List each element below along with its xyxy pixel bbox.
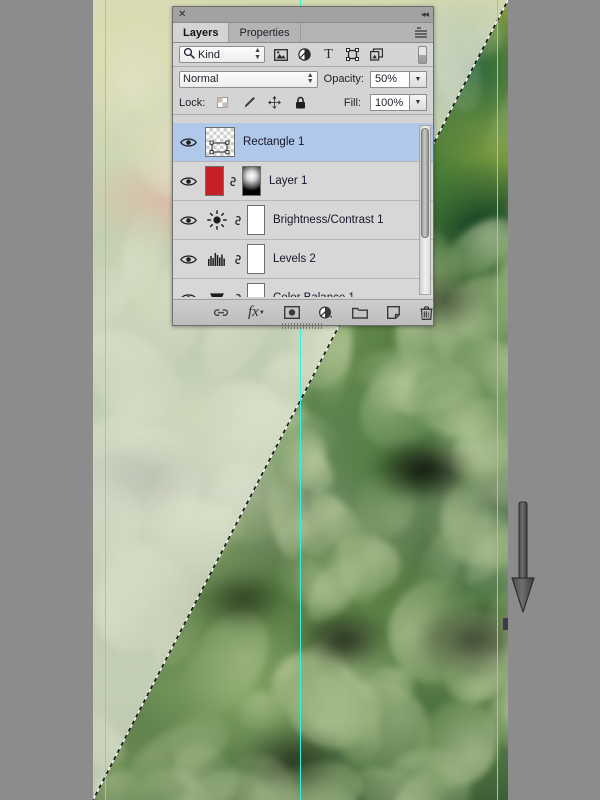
collapse-to-icons-icon[interactable]: ◂◂: [421, 9, 429, 20]
lock-all-icon[interactable]: [292, 94, 309, 111]
layer-name[interactable]: Color Balance 1: [265, 292, 355, 297]
tab-properties[interactable]: Properties: [229, 23, 301, 42]
lock-position-icon[interactable]: [266, 94, 283, 111]
pixel-layer-filter-icon[interactable]: [272, 46, 289, 63]
layer-list[interactable]: Rectangle 1 Layer 1 Brightness/Contrast …: [173, 123, 433, 297]
eye-icon[interactable]: [173, 176, 203, 187]
canvas-edge-marker: [503, 618, 508, 630]
panel-title-bar[interactable]: ✕ ◂◂: [173, 7, 433, 23]
mask-link-icon[interactable]: [227, 175, 239, 188]
layer-mask-thumbnail-white[interactable]: [247, 205, 265, 235]
vertical-guide-1: [105, 0, 106, 800]
fill-label: Fill:: [343, 96, 361, 109]
table-row[interactable]: Levels 2: [173, 240, 433, 279]
close-icon[interactable]: ✕: [178, 9, 186, 20]
filter-kind-select[interactable]: Kind ▲ ▼: [179, 46, 265, 63]
layer-mask-thumbnail-white[interactable]: [247, 283, 265, 297]
layer-thumbnail-red[interactable]: [205, 166, 224, 196]
layer-name[interactable]: Brightness/Contrast 1: [265, 214, 384, 226]
panel-resize-grip[interactable]: [421, 311, 429, 319]
layer-thumbnail-shape[interactable]: [205, 127, 235, 157]
lock-transparent-pixels-icon[interactable]: [214, 94, 231, 111]
layers-panel[interactable]: ✕ ◂◂ Layers Properties Kind ▲ ▼ T Normal…: [172, 6, 434, 329]
mask-link-icon[interactable]: [232, 292, 244, 297]
layer-name[interactable]: Rectangle 1: [235, 136, 304, 148]
magnifier-icon: [183, 47, 195, 62]
opacity-label: Opacity:: [323, 73, 364, 85]
blend-mode-value: Normal: [183, 73, 219, 85]
fill-dropdown-icon[interactable]: ▼: [410, 94, 427, 111]
link-layers-button[interactable]: [213, 304, 229, 322]
opacity-input[interactable]: 50%: [370, 70, 410, 88]
new-group-button[interactable]: [351, 304, 368, 322]
adjustment-layer-filter-icon[interactable]: [296, 46, 313, 63]
table-row[interactable]: Rectangle 1: [173, 123, 433, 162]
layer-name[interactable]: Layer 1: [261, 175, 307, 187]
blend-mode-select[interactable]: Normal ▲ ▼: [179, 70, 318, 88]
lock-row[interactable]: Lock: Fill: 100% ▼: [173, 91, 433, 115]
vertical-guide-3: [497, 0, 498, 800]
opacity-dropdown-icon[interactable]: ▼: [410, 70, 427, 88]
chevron-updown-icon[interactable]: ▲ ▼: [254, 47, 261, 61]
chevron-updown-icon[interactable]: ▲ ▼: [307, 72, 314, 86]
eye-icon[interactable]: [173, 215, 203, 226]
panel-tab-strip[interactable]: Layers Properties: [173, 23, 433, 43]
layer-name[interactable]: Levels 2: [265, 253, 316, 265]
brightness-contrast-icon[interactable]: [205, 210, 229, 230]
smart-object-filter-icon[interactable]: [368, 46, 385, 63]
table-row[interactable]: Color Balance 1: [173, 279, 433, 297]
mask-link-icon[interactable]: [232, 214, 244, 227]
filter-enable-toggle[interactable]: [418, 45, 427, 64]
table-row[interactable]: Brightness/Contrast 1: [173, 201, 433, 240]
new-adjustment-layer-button[interactable]: [318, 304, 333, 322]
layer-mask-thumbnail-gradient[interactable]: [242, 166, 261, 196]
layer-list-scrollbar[interactable]: [419, 125, 431, 295]
tab-properties-label: Properties: [239, 26, 290, 39]
lock-image-pixels-icon[interactable]: [240, 94, 257, 111]
blend-mode-row[interactable]: Normal ▲ ▼ Opacity: 50% ▼: [173, 67, 433, 91]
type-layer-filter-icon[interactable]: T: [320, 46, 337, 63]
eye-icon[interactable]: [173, 293, 203, 297]
layer-filter-row[interactable]: Kind ▲ ▼ T: [173, 43, 433, 67]
panel-drag-handle[interactable]: [282, 323, 324, 329]
lock-label: Lock:: [179, 96, 206, 109]
eye-icon[interactable]: [173, 137, 203, 148]
new-layer-button[interactable]: [387, 304, 401, 322]
shape-layer-filter-icon[interactable]: [344, 46, 361, 63]
mask-link-icon[interactable]: [232, 253, 244, 266]
fill-input[interactable]: 100%: [370, 94, 410, 111]
layer-mask-thumbnail-white[interactable]: [247, 244, 265, 274]
scrollbar-thumb[interactable]: [421, 128, 429, 238]
tab-layers-label: Layers: [183, 26, 219, 39]
tab-layers[interactable]: Layers: [173, 23, 230, 42]
levels-histogram-icon[interactable]: [205, 252, 229, 266]
panel-menu-icon[interactable]: [410, 23, 433, 42]
layer-style-fx-button[interactable]: fx ▼: [248, 304, 265, 322]
eye-icon[interactable]: [173, 254, 203, 265]
color-balance-icon[interactable]: [205, 290, 229, 297]
scroll-down-arrow: [511, 501, 535, 613]
panel-footer-toolbar[interactable]: fx ▼: [173, 299, 433, 329]
add-layer-mask-button[interactable]: [283, 304, 300, 322]
filter-kind-label: Kind: [198, 48, 221, 61]
table-row[interactable]: Layer 1: [173, 162, 433, 201]
